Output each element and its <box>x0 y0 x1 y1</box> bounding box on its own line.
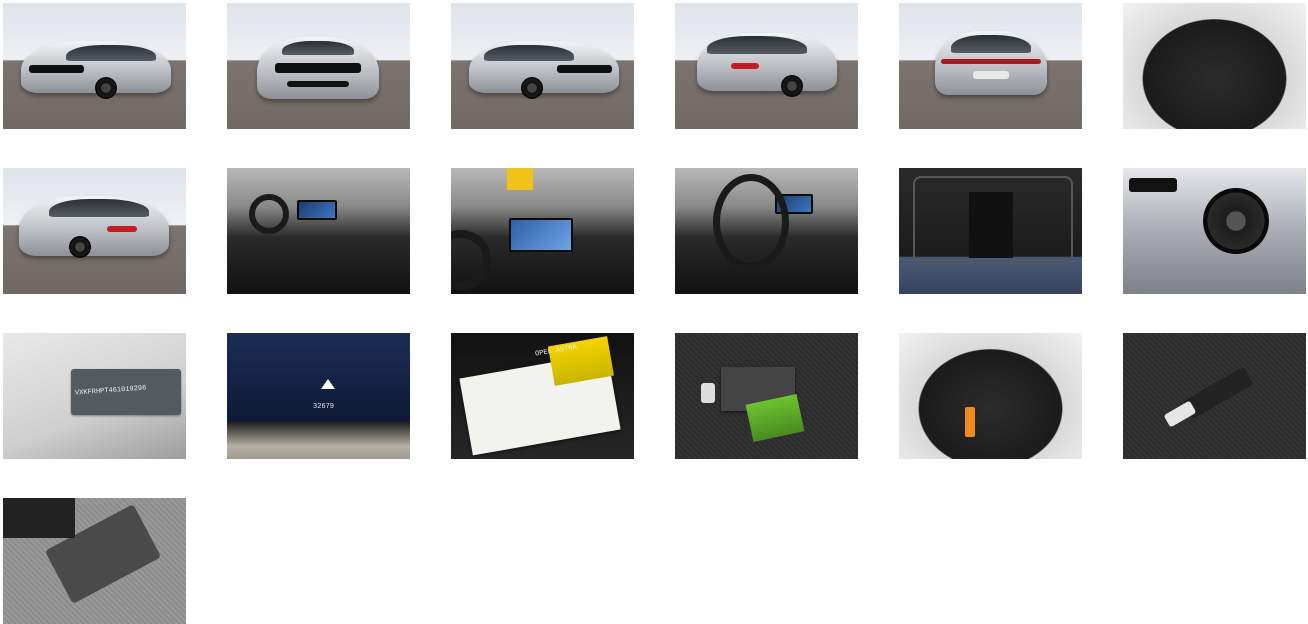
photo-thumbnail-trunk-underfloor[interactable] <box>899 333 1082 459</box>
vin-photo: VXKFRHPT461019296 <box>3 333 186 459</box>
photo-thumbnail-front-three-quarter-right[interactable] <box>451 3 634 129</box>
interior-photo <box>899 168 1082 294</box>
photo-thumbnail-front[interactable] <box>227 3 410 129</box>
photo-thumbnail-steering-wheel[interactable] <box>675 168 858 294</box>
car-photo <box>675 3 858 129</box>
photo-thumbnail-rear-three-quarter-left[interactable] <box>675 3 858 129</box>
photo-thumbnail-wheel-detail[interactable] <box>1123 168 1306 294</box>
photo-thumbnail-front-three-quarter-left[interactable] <box>3 3 186 129</box>
photo-thumbnail-keys-and-documents[interactable] <box>675 333 858 459</box>
document-photo: OPEL ASTRA <box>451 333 634 459</box>
interior-photo <box>675 168 858 294</box>
interior-photo <box>451 168 634 294</box>
photo-thumbnail-rear-three-quarter-right[interactable] <box>3 168 186 294</box>
photo-thumbnail-cargo-net[interactable] <box>1123 333 1306 459</box>
trunk-photo <box>1123 3 1306 129</box>
interior-photo <box>227 168 410 294</box>
photo-thumbnail-vin-plate[interactable]: VXKFRHPT461019296 <box>3 333 186 459</box>
car-photo <box>1123 168 1306 294</box>
photo-thumbnail-owner-manual[interactable]: OPEL ASTRA <box>451 333 634 459</box>
car-photo <box>227 3 410 129</box>
car-photo <box>451 3 634 129</box>
trunk-photo <box>899 333 1082 459</box>
accessory-photo <box>3 498 186 624</box>
photo-thumbnail-rear[interactable] <box>899 3 1082 129</box>
car-photo <box>3 3 186 129</box>
photo-thumbnail-center-display[interactable] <box>451 168 634 294</box>
photo-thumbnail-trunk-open[interactable] <box>1123 3 1306 129</box>
car-photo <box>3 168 186 294</box>
car-photo <box>899 3 1082 129</box>
photo-thumbnail-odometer-display[interactable]: 32679 <box>227 333 410 459</box>
odometer-reading: 32679 <box>313 403 335 411</box>
photo-thumbnail-storage-compartment[interactable] <box>3 498 186 624</box>
photo-gallery: VXKFRHPT461019296 32679 OPEL ASTRA <box>0 0 1308 624</box>
photo-thumbnail-rear-seats[interactable] <box>899 168 1082 294</box>
photo-thumbnail-cabin-overview[interactable] <box>227 168 410 294</box>
display-photo: 32679 <box>227 333 410 459</box>
accessory-photo <box>1123 333 1306 459</box>
accessory-photo <box>675 333 858 459</box>
